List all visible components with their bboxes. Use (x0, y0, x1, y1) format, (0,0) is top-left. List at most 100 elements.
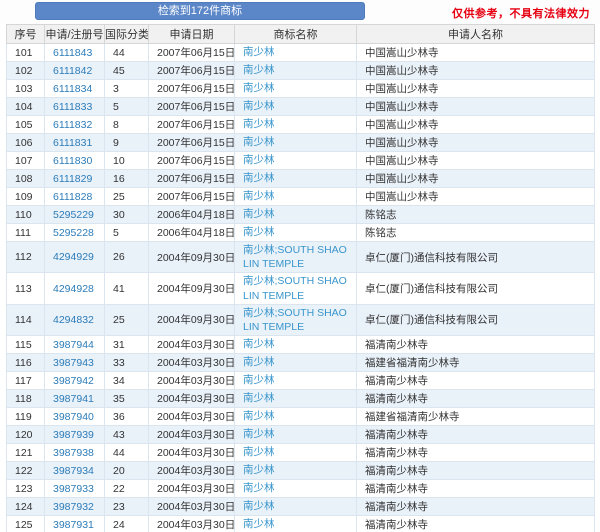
trademark-name-link[interactable]: 南少林 (243, 64, 275, 76)
reg-number-link[interactable]: 6111828 (53, 191, 92, 203)
reg-number-link[interactable]: 5295228 (53, 227, 94, 239)
reg-number-link[interactable]: 6111831 (53, 137, 92, 149)
reg-number-link[interactable]: 3987932 (53, 501, 94, 513)
trademark-name-link[interactable]: 南少林 (243, 208, 275, 220)
reg-number-link[interactable]: 3987931 (53, 519, 94, 531)
reg-number-link[interactable]: 4294832 (53, 314, 94, 326)
intl-class-cell: 25 (104, 187, 149, 206)
applicant-name-cell: 中国嵩山少林寺 (356, 61, 595, 80)
seq-cell: 111 (6, 223, 45, 242)
seq-cell: 125 (6, 515, 45, 532)
reg-number-link[interactable]: 6111832 (53, 119, 92, 131)
trademark-name-link[interactable]: 南少林 (243, 482, 275, 494)
reg-number-link[interactable]: 6111843 (53, 47, 92, 59)
reg-number-link[interactable]: 6111834 (53, 83, 92, 95)
applicant-name-cell: 中国嵩山少林寺 (356, 97, 595, 116)
trademark-name-link[interactable]: 南少林 (243, 500, 275, 512)
reg-number-link[interactable]: 6111830 (53, 155, 92, 167)
apply-date-cell: 2007年06月15日 (148, 187, 235, 206)
trademark-name-link[interactable]: 南少林 (243, 374, 275, 386)
trademark-name-link[interactable]: 南少林 (243, 118, 275, 130)
trademark-name-link[interactable]: 南少林 (243, 464, 275, 476)
header-applicant-name: 申请人名称 (356, 24, 595, 44)
reg-number-link[interactable]: 4294928 (53, 283, 94, 295)
table-row: 103 6111834 3 2007年06月15日 南少林 中国嵩山少林寺 (6, 79, 595, 98)
reg-number-link[interactable]: 5295229 (53, 209, 94, 221)
trademark-name-link[interactable]: 南少林 (243, 82, 275, 94)
table-row: 113 4294928 41 2004年09月30日 南少林;SOUTH SHAOLIN… (6, 272, 595, 305)
search-count-button[interactable]: 检索到172件商标 (35, 2, 365, 20)
trademark-name-link[interactable]: 南少林 (243, 226, 275, 238)
trademark-name-link[interactable]: 南少林 (243, 518, 275, 530)
apply-date-cell: 2006年04月18日 (148, 223, 235, 242)
reg-number-link[interactable]: 3987943 (53, 357, 94, 369)
trademark-name-link[interactable]: 南少林;SOUTH SHAOLIN TEMPLE (243, 244, 347, 270)
intl-class-cell: 8 (104, 115, 149, 134)
reg-number-link[interactable]: 3987941 (53, 393, 94, 405)
reg-number-link[interactable]: 3987938 (53, 447, 94, 459)
reg-number-link[interactable]: 6111829 (53, 173, 92, 185)
intl-class-cell: 30 (104, 205, 149, 224)
reg-number-link[interactable]: 3987944 (53, 339, 94, 351)
trademark-name-link[interactable]: 南少林 (243, 338, 275, 350)
applicant-name-cell: 福清南少林寺 (356, 389, 595, 409)
applicant-name-cell: 中国嵩山少林寺 (356, 79, 595, 98)
trademark-name-cell: 南少林 (234, 97, 357, 116)
reg-number-link[interactable]: 3987934 (53, 465, 94, 477)
trademark-name-link[interactable]: 南少林 (243, 100, 275, 112)
seq-cell: 123 (6, 479, 45, 499)
trademark-name-link[interactable]: 南少林 (243, 410, 275, 422)
seq-cell: 107 (6, 151, 45, 170)
apply-date-cell: 2004年03月30日 (148, 515, 235, 532)
trademark-name-link[interactable]: 南少林 (243, 428, 275, 440)
trademark-name-link[interactable]: 南少林 (243, 392, 275, 404)
apply-date-cell: 2004年09月30日 (148, 272, 235, 305)
applicant-name-cell: 福清南少林寺 (356, 515, 595, 532)
trademark-name-link[interactable]: 南少林;SOUTH SHAOLIN TEMPLE (243, 275, 347, 301)
intl-class-cell: 5 (104, 223, 149, 242)
reg-number-link[interactable]: 4294929 (53, 251, 94, 263)
intl-class-cell: 43 (104, 425, 149, 445)
reg-number-link[interactable]: 3987942 (53, 375, 94, 387)
seq-cell: 121 (6, 443, 45, 463)
trademark-name-link[interactable]: 南少林 (243, 172, 275, 184)
trademark-name-link[interactable]: 南少林 (243, 190, 275, 202)
reg-number-cell: 6111833 (44, 97, 105, 116)
intl-class-cell: 5 (104, 97, 149, 116)
trademark-name-cell: 南少林 (234, 169, 357, 188)
trademark-name-cell: 南少林 (234, 425, 357, 445)
applicant-name-cell: 中国嵩山少林寺 (356, 169, 595, 188)
reg-number-cell: 4294832 (44, 303, 105, 337)
applicant-name-cell: 福清南少林寺 (356, 497, 595, 517)
trademark-name-link[interactable]: 南少林 (243, 136, 275, 148)
table-header-row: 序号 申请/注册号 国际分类 申请日期 商标名称 申请人名称 (6, 24, 595, 44)
trademark-name-cell: 南少林 (234, 43, 357, 62)
trademark-name-cell: 南少林 (234, 61, 357, 80)
trademark-name-cell: 南少林;SOUTH SHAOLIN TEMPLE (234, 240, 357, 274)
table-row: 114 4294832 25 2004年09月30日 南少林;SOUTH SHAOLIN… (6, 303, 595, 337)
reg-number-link[interactable]: 6111842 (53, 65, 92, 77)
table-row: 118 3987941 35 2004年03月30日 南少林 福清南少林寺 (6, 389, 595, 409)
reg-number-link[interactable]: 6111833 (53, 101, 92, 113)
trademark-name-link[interactable]: 南少林 (243, 446, 275, 458)
intl-class-cell: 16 (104, 169, 149, 188)
applicant-name-cell: 陈铭志 (356, 205, 595, 224)
seq-cell: 112 (6, 240, 45, 274)
table-row: 125 3987931 24 2004年03月30日 南少林 福清南少林寺 (6, 515, 595, 532)
apply-date-cell: 2004年03月30日 (148, 497, 235, 517)
table-row: 101 6111843 44 2007年06月15日 南少林 中国嵩山少林寺 (6, 43, 595, 62)
trademark-name-link[interactable]: 南少林 (243, 46, 275, 58)
reg-number-cell: 6111831 (44, 133, 105, 152)
table-row: 121 3987938 44 2004年03月30日 南少林 福清南少林寺 (6, 443, 595, 463)
applicant-name-cell: 福清南少林寺 (356, 443, 595, 463)
reg-number-link[interactable]: 3987939 (53, 429, 94, 441)
applicant-name-cell: 中国嵩山少林寺 (356, 187, 595, 206)
reg-number-link[interactable]: 3987933 (53, 483, 94, 495)
trademark-name-link[interactable]: 南少林;SOUTH SHAOLIN TEMPLE (243, 307, 347, 333)
reg-number-link[interactable]: 3987940 (53, 411, 94, 423)
trademark-name-link[interactable]: 南少林 (243, 356, 275, 368)
intl-class-cell: 41 (104, 272, 149, 305)
trademark-name-link[interactable]: 南少林 (243, 154, 275, 166)
header-trademark-name: 商标名称 (234, 24, 357, 44)
table-row: 119 3987940 36 2004年03月30日 南少林 福建省福清南少林寺 (6, 407, 595, 427)
